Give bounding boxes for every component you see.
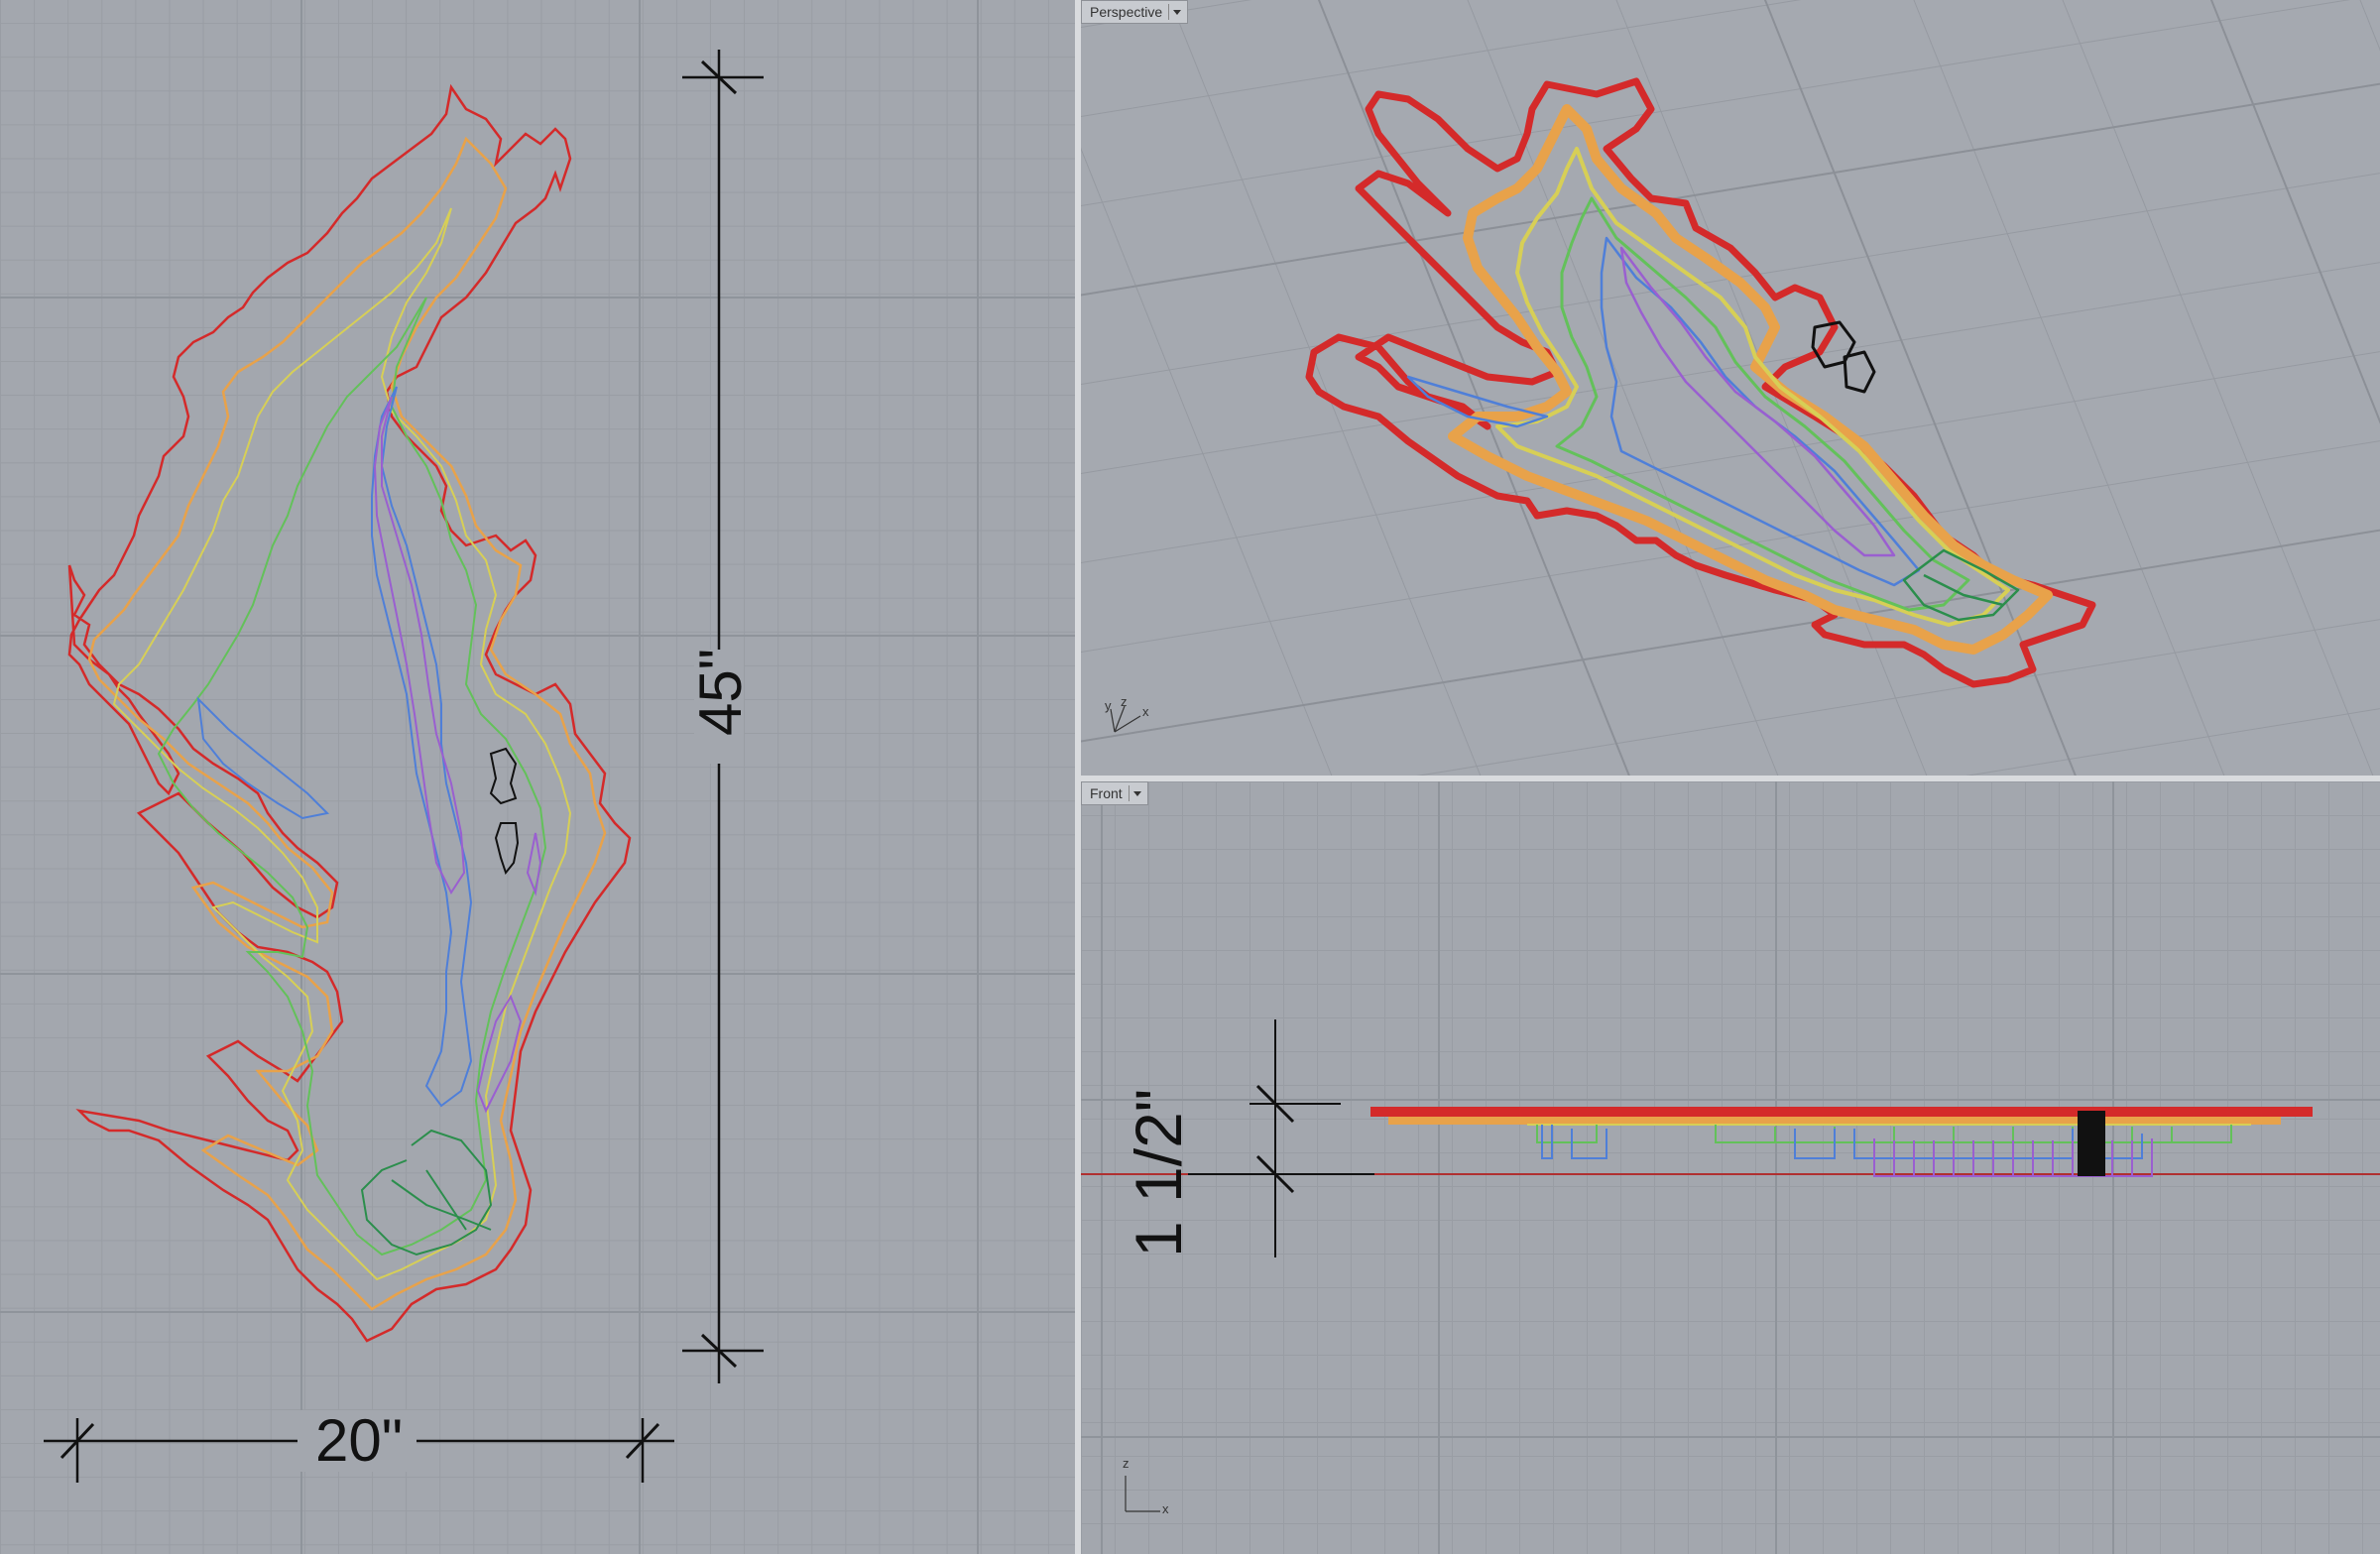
perspective-viewport[interactable]: y z x Perspective — [1081, 0, 2380, 776]
viewport-tab-label: Perspective — [1090, 4, 1163, 20]
front-island-black — [2078, 1111, 2105, 1176]
perspective-grid — [1081, 0, 2380, 776]
chevron-down-icon[interactable] — [1168, 4, 1183, 20]
front-layer-red — [1370, 1107, 2313, 1117]
perspective-axis-x-label: x — [1142, 704, 1149, 719]
dimension-height-label: 45" — [687, 648, 754, 736]
dimension-depth-label: 1 1/2" — [1122, 1088, 1195, 1257]
chevron-down-icon[interactable] — [1128, 785, 1143, 801]
viewport-tab-label: Front — [1090, 785, 1123, 801]
front-axis-x-label: x — [1162, 1501, 1169, 1516]
front-view-drawing — [1081, 1019, 2380, 1512]
perspective-lake-model — [1305, 77, 2096, 688]
contour-orange — [87, 136, 607, 1311]
front-layer-orange — [1388, 1117, 2281, 1125]
front-axis-indicator — [1125, 1476, 1160, 1512]
front-axis-z-label: z — [1123, 1456, 1130, 1471]
front-layer-green — [1536, 1125, 2232, 1143]
viewport-tab-front[interactable]: Front — [1081, 781, 1148, 805]
contour-dark-green — [360, 1129, 493, 1256]
island-outline — [489, 747, 520, 876]
front-viewport[interactable]: 1 1/2" z x Front — [1081, 781, 2380, 1554]
perspective-axis-y-label: y — [1105, 698, 1112, 713]
perspective-axis-z-label: z — [1121, 694, 1128, 709]
perspective-axis-indicator — [1110, 705, 1141, 733]
top-viewport[interactable]: 45" 20" — [0, 0, 1075, 1554]
dimension-width-label: 20" — [315, 1407, 404, 1474]
lake-contour-drawing — [44, 50, 764, 1483]
front-dimension-lines — [1188, 1019, 1374, 1257]
contour-blue — [196, 386, 473, 1108]
viewport-tab-perspective[interactable]: Perspective — [1081, 0, 1189, 24]
